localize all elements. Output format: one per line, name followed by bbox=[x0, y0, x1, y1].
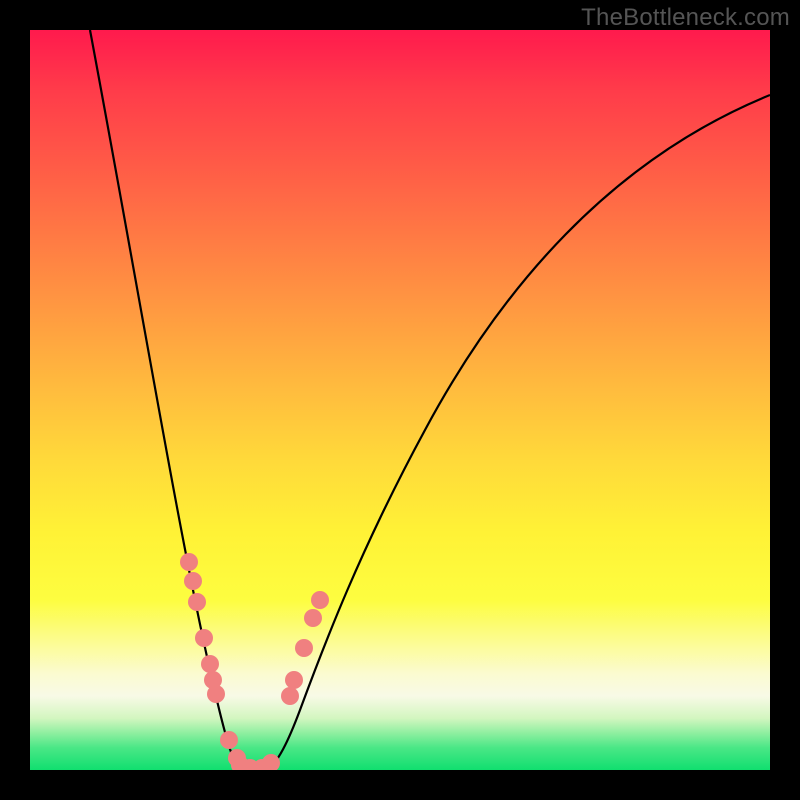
data-point bbox=[295, 639, 313, 657]
data-points bbox=[180, 553, 329, 770]
data-point bbox=[311, 591, 329, 609]
watermark-text: TheBottleneck.com bbox=[581, 4, 790, 32]
curve-svg bbox=[30, 30, 770, 770]
data-point bbox=[184, 572, 202, 590]
data-point bbox=[304, 609, 322, 627]
plot-area bbox=[30, 30, 770, 770]
data-point bbox=[188, 593, 206, 611]
curve-right bbox=[268, 95, 770, 769]
data-point bbox=[201, 655, 219, 673]
data-point bbox=[262, 754, 280, 770]
data-point bbox=[220, 731, 238, 749]
outer-frame: TheBottleneck.com bbox=[0, 0, 800, 800]
data-point bbox=[207, 685, 225, 703]
data-point bbox=[281, 687, 299, 705]
data-point bbox=[285, 671, 303, 689]
data-point bbox=[180, 553, 198, 571]
curve-left bbox=[90, 30, 244, 769]
data-point bbox=[195, 629, 213, 647]
